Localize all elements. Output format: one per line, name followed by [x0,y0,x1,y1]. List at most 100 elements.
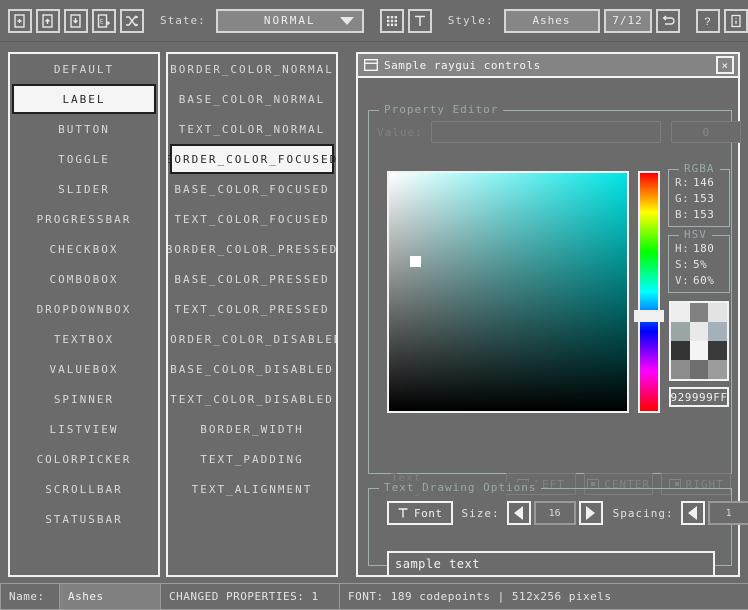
control-item-default[interactable]: DEFAULT [12,54,156,84]
color-swatch-0[interactable] [671,303,690,322]
property-item-text-color-pressed[interactable]: TEXT_COLOR_PRESSED [170,294,334,324]
property-item-text-color-disabled[interactable]: TEXT_COLOR_DISABLED [170,384,334,414]
channel-value[interactable]: 146 [693,176,714,189]
list-item-label: LABEL [62,93,105,106]
color-swatch-2[interactable] [708,303,727,322]
color-swatch-grid[interactable] [669,301,729,381]
color-swatch-7[interactable] [690,341,709,360]
rgba-group: RGBA R:146G:153B:153 [668,169,730,227]
channel-value[interactable]: 153 [693,192,714,205]
status-font-info: FONT: 189 codepoints | 512x256 pixels [339,583,748,610]
grid-icon[interactable] [380,9,404,33]
style-name-field[interactable]: Ashes [504,9,600,33]
color-swatch-5[interactable] [708,322,727,341]
color-swatch-4[interactable] [690,322,709,341]
property-item-base-color-pressed[interactable]: BASE_COLOR_PRESSED [170,264,334,294]
control-item-toggle[interactable]: TOGGLE [12,144,156,174]
font-size-spinner[interactable]: 16 [507,501,603,525]
channel-key: G: [675,192,689,205]
color-swatch-8[interactable] [708,341,727,360]
property-item-text-color-normal[interactable]: TEXT_COLOR_NORMAL [170,114,334,144]
spacing-decrement-button[interactable] [681,501,705,525]
properties-listview[interactable]: BORDER_COLOR_NORMALBASE_COLOR_NORMALTEXT… [166,52,338,577]
channel-value[interactable]: 180 [693,242,714,255]
control-item-dropdownbox[interactable]: DROPDOWNBOX [12,294,156,324]
shuffle-icon[interactable] [120,9,144,33]
file-toolbar-group: E [0,0,152,41]
colorpicker-hue-selector[interactable] [634,310,664,322]
channel-key: R: [675,176,689,189]
export-style-icon[interactable]: E [92,9,116,33]
control-item-slider[interactable]: SLIDER [12,174,156,204]
value-row: Value: 0 [377,121,741,143]
info-icon[interactable] [724,9,748,33]
font-atlas-icon[interactable] [408,9,432,33]
control-item-combobox[interactable]: COMBOBOX [12,264,156,294]
property-item-text-alignment[interactable]: TEXT_ALIGNMENT [170,474,334,504]
question-icon[interactable]: ? [696,9,720,33]
color-swatch-11[interactable] [708,360,727,379]
control-item-statusbar[interactable]: STATUSBAR [12,504,156,534]
control-item-spinner[interactable]: SPINNER [12,384,156,414]
color-swatch-10[interactable] [690,360,709,379]
property-item-base-color-focused[interactable]: BASE_COLOR_FOCUSED [170,174,334,204]
color-swatch-3[interactable] [671,322,690,341]
channel-value[interactable]: 5% [693,258,707,271]
colorpicker-hue-bar[interactable] [638,171,660,413]
color-swatch-6[interactable] [671,341,690,360]
control-item-valuebox[interactable]: VALUEBOX [12,354,156,384]
arrow-left-icon [688,506,697,520]
status-bar: Name: Ashes CHANGED PROPERTIES: 1 FONT: … [0,583,748,610]
property-item-border-color-normal[interactable]: BORDER_COLOR_NORMAL [170,54,334,84]
control-item-scrollbar[interactable]: SCROLLBAR [12,474,156,504]
color-swatch-9[interactable] [671,360,690,379]
control-item-listview[interactable]: LISTVIEW [12,414,156,444]
property-item-base-color-normal[interactable]: BASE_COLOR_NORMAL [170,84,334,114]
property-item-border-color-disabled[interactable]: BORDER_COLOR_DISABLED [170,324,334,354]
control-item-colorpicker[interactable]: COLORPICKER [12,444,156,474]
sample-text-input[interactable]: sample text [387,551,715,577]
arrow-left-icon [514,506,523,520]
property-item-text-color-focused[interactable]: TEXT_COLOR_FOCUSED [170,204,334,234]
property-item-border-color-focused[interactable]: BORDER_COLOR_FOCUSED [170,144,334,174]
new-style-icon[interactable] [8,9,32,33]
value-box[interactable]: 0 [671,121,741,143]
control-item-textbox[interactable]: TEXTBOX [12,324,156,354]
property-item-base-color-disabled[interactable]: BASE_COLOR_DISABLED [170,354,334,384]
size-value[interactable]: 16 [534,501,576,525]
channel-value[interactable]: 153 [693,208,714,221]
list-item-label: CHECKBOX [50,243,119,256]
channel-value[interactable]: 60% [693,274,714,287]
close-icon[interactable]: × [716,56,734,74]
list-item-label: COMBOBOX [50,273,119,286]
load-style-icon[interactable] [36,9,60,33]
property-item-text-padding[interactable]: TEXT_PADDING [170,444,334,474]
spacing-value[interactable]: 1 [708,501,748,525]
hex-color-field[interactable]: 929999FF [669,387,729,407]
property-item-border-color-pressed[interactable]: BORDER_COLOR_PRESSED [170,234,334,264]
control-item-progressbar[interactable]: PROGRESSBAR [12,204,156,234]
size-decrement-button[interactable] [507,501,531,525]
size-increment-button[interactable] [579,501,603,525]
property-item-border-width[interactable]: BORDER_WIDTH [170,414,334,444]
channel-key: S: [675,258,689,271]
font-button-label: Font [414,507,443,520]
value-slider[interactable] [431,121,661,143]
list-item-label: TEXT_COLOR_PRESSED [174,303,329,316]
status-name-value[interactable]: Ashes [59,583,161,610]
control-item-button[interactable]: BUTTON [12,114,156,144]
controls-listview[interactable]: DEFAULT LABEL BUTTONTOGGLESLIDERPROGRESSBA… [8,52,160,577]
undo-icon[interactable] [656,9,680,33]
svg-text:E: E [100,18,104,25]
style-count-field[interactable]: 7/12 [604,9,652,33]
font-spacing-spinner[interactable]: 1 [681,501,748,525]
list-item-label: TEXT_ALIGNMENT [192,483,313,496]
colorpicker-saturation-value[interactable] [387,171,629,413]
control-item-label[interactable]: LABEL [12,84,156,114]
control-item-checkbox[interactable]: CHECKBOX [12,234,156,264]
colorpicker-cursor[interactable] [410,256,421,267]
font-button[interactable]: Font [387,501,453,525]
save-style-icon[interactable] [64,9,88,33]
color-swatch-1[interactable] [690,303,709,322]
state-dropdown[interactable]: NORMAL [216,9,364,33]
